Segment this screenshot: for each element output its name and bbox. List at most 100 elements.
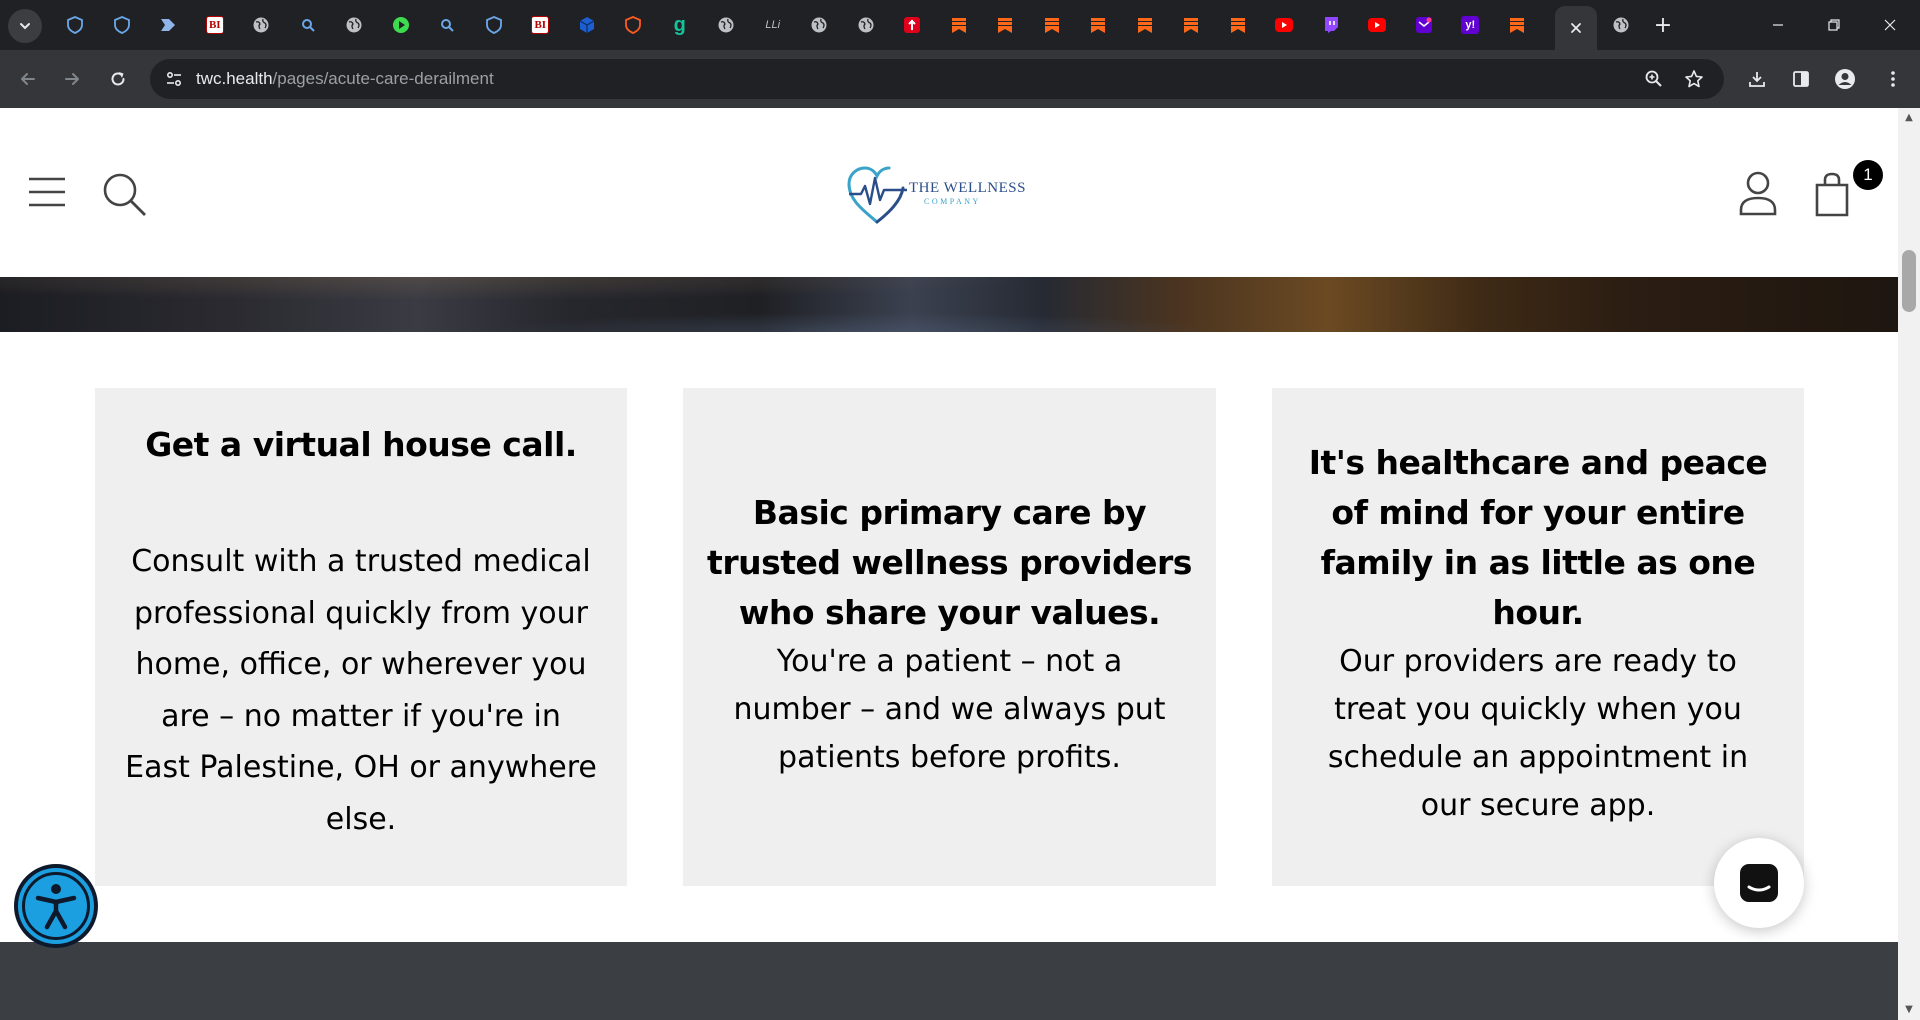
tab[interactable]: [331, 0, 378, 50]
tab[interactable]: [378, 0, 425, 50]
tab[interactable]: [1401, 0, 1448, 50]
tab-list: BI BI g LLi y!: [52, 0, 1540, 50]
tab[interactable]: [1494, 0, 1541, 50]
tab[interactable]: [564, 0, 611, 50]
card-body-line: Consult with a trusted medical: [131, 544, 591, 579]
cart-button[interactable]: [1812, 168, 1852, 220]
tab[interactable]: [99, 0, 146, 50]
card-body-line: are – no matter if you're in: [161, 698, 561, 734]
back-button[interactable]: [12, 63, 44, 95]
active-tab[interactable]: [1555, 6, 1597, 50]
bookmark-icon: [1508, 16, 1526, 34]
url-path: /pages/acute-care-derailment: [272, 69, 494, 88]
tab[interactable]: [982, 0, 1029, 50]
card-heading: Get a virtual house call.: [145, 425, 577, 464]
downloads-button[interactable]: [1741, 63, 1773, 95]
address-bar[interactable]: twc.health/pages/acute-care-derailment: [150, 59, 1724, 99]
card-body-line: patients before profits.: [778, 740, 1121, 775]
side-panel-button[interactable]: [1785, 63, 1817, 95]
mail-icon: [1415, 16, 1433, 34]
zoom-icon[interactable]: [1642, 67, 1666, 91]
account-button[interactable]: [1736, 168, 1780, 218]
kebab-menu-icon: [1891, 71, 1895, 87]
restore-button[interactable]: [1806, 0, 1862, 50]
star-icon[interactable]: [1682, 67, 1706, 91]
globe-icon: [252, 16, 270, 34]
menu-button[interactable]: [26, 172, 68, 212]
tab[interactable]: [471, 0, 518, 50]
tab[interactable]: [1122, 0, 1169, 50]
close-icon[interactable]: [1569, 21, 1583, 35]
logo-name: THE WELLNESS: [909, 180, 1026, 196]
tab[interactable]: [424, 0, 471, 50]
feature-card-family-care: It's healthcare and peace of mind for yo…: [1272, 388, 1804, 886]
minimize-button[interactable]: [1750, 0, 1806, 50]
minimize-icon: [1773, 24, 1783, 26]
accessibility-button[interactable]: [14, 864, 98, 948]
search-button[interactable]: [100, 170, 148, 218]
tab[interactable]: [52, 0, 99, 50]
tab[interactable]: [1354, 0, 1401, 50]
scroll-down-arrow[interactable]: ▼: [1903, 1004, 1915, 1015]
bookmark-icon: [996, 16, 1014, 34]
tab[interactable]: g: [657, 0, 704, 50]
card-heading-line: trusted wellness providers: [707, 543, 1192, 582]
scrollbar-thumb[interactable]: [1902, 250, 1916, 312]
tab[interactable]: [796, 0, 843, 50]
g-icon: g: [673, 13, 686, 36]
heart-pulse-logo-icon: [847, 166, 907, 224]
arrow-right-icon: [65, 73, 79, 85]
page-scrollbar[interactable]: ▲ ▼: [1898, 108, 1920, 1020]
tab[interactable]: [843, 0, 890, 50]
tab[interactable]: [1029, 0, 1076, 50]
logo-subtitle: COMPANY: [924, 197, 981, 206]
tab[interactable]: [1215, 0, 1262, 50]
tab[interactable]: [1168, 0, 1215, 50]
tab[interactable]: [1261, 0, 1308, 50]
card-body-line: schedule an appointment in: [1327, 740, 1749, 775]
close-window-button[interactable]: [1862, 0, 1918, 50]
tab[interactable]: [1308, 0, 1355, 50]
tab[interactable]: [610, 0, 657, 50]
search-icon: [438, 16, 456, 34]
bookmark-icon: [950, 16, 968, 34]
site-logo[interactable]: THE WELLNESS COMPANY: [845, 160, 1025, 230]
tab[interactable]: y!: [1447, 0, 1494, 50]
search-icon: [299, 16, 317, 34]
red-icon: [903, 16, 921, 34]
tab[interactable]: [889, 0, 936, 50]
tab[interactable]: [1598, 0, 1645, 50]
card-body-line: home, office, or wherever you: [135, 647, 587, 682]
tab[interactable]: BI: [192, 0, 239, 50]
tab[interactable]: BI: [517, 0, 564, 50]
tab[interactable]: [145, 0, 192, 50]
site-info-icon[interactable]: [162, 67, 186, 91]
tab[interactable]: [1075, 0, 1122, 50]
tab-search-button[interactable]: [8, 9, 42, 43]
bookmark-icon: [1043, 16, 1061, 34]
tab[interactable]: [703, 0, 750, 50]
reload-button[interactable]: [102, 63, 134, 95]
shield-icon: [485, 16, 503, 34]
card-body-line: else.: [325, 801, 397, 837]
url-text[interactable]: twc.health/pages/acute-care-derailment: [196, 59, 494, 99]
twitch-icon: [1322, 16, 1340, 34]
youtube-icon: [1275, 16, 1294, 34]
profile-icon: [1835, 69, 1855, 89]
new-tab-button[interactable]: +: [1650, 12, 1676, 38]
profile-button[interactable]: [1829, 63, 1861, 95]
card-body-line: number – and we always put: [733, 692, 1166, 727]
menu-button[interactable]: [1877, 63, 1909, 95]
tab[interactable]: LLi: [750, 0, 797, 50]
tab[interactable]: [238, 0, 285, 50]
scroll-up-arrow[interactable]: ▲: [1903, 112, 1915, 123]
tab[interactable]: [936, 0, 983, 50]
chat-launcher-button[interactable]: [1714, 838, 1804, 928]
bookmark-icon: [1182, 16, 1200, 34]
forward-button[interactable]: [56, 63, 88, 95]
tab[interactable]: [285, 0, 332, 50]
card-body-line: professional quickly from your: [134, 595, 588, 631]
url-host: twc.health: [196, 69, 273, 88]
bookmark-icon: [1136, 16, 1154, 34]
chevron-icon: [159, 16, 177, 34]
